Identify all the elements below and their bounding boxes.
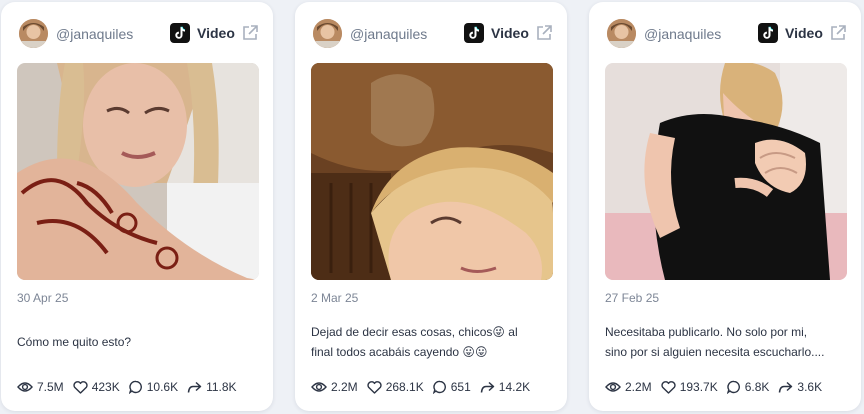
- post-type-label: Video: [491, 25, 529, 41]
- views-count: 2.2M: [625, 380, 652, 394]
- views-count: 2.2M: [331, 380, 358, 394]
- heart-icon: [367, 380, 382, 394]
- caption-line: Necesitaba publicarlo. No solo por mi,: [605, 325, 808, 339]
- post-type-label: Video: [785, 25, 823, 41]
- share-icon: [779, 381, 793, 393]
- shares-count: 3.6K: [797, 380, 823, 394]
- post-type-label: Video: [197, 25, 235, 41]
- avatar[interactable]: [19, 19, 48, 48]
- post-card[interactable]: @janaquiles Video 30 Apr 25 Cómo me quit…: [1, 2, 273, 411]
- author-handle[interactable]: @janaquiles: [644, 26, 721, 42]
- caption-line: sino por si alguien necesita escucharlo.…: [605, 345, 825, 359]
- post-caption: Cómo me quito esto?: [17, 332, 257, 352]
- comments-stat: 651: [432, 380, 471, 394]
- shares-count: 11.8K: [206, 380, 237, 394]
- comment-icon: [726, 380, 740, 394]
- post-stats: 7.5M 423K 10.6K 11.8K: [17, 378, 246, 396]
- post-date: 2 Mar 25: [311, 291, 359, 305]
- shares-stat: 14.2K: [480, 380, 530, 394]
- comments-stat: 6.8K: [726, 380, 770, 394]
- comment-icon: [128, 380, 142, 394]
- views-stat: 7.5M: [17, 380, 64, 394]
- shares-count: 14.2K: [498, 380, 531, 394]
- external-link-icon[interactable]: [829, 24, 847, 42]
- author-handle[interactable]: @janaquiles: [56, 26, 133, 42]
- heart-icon: [661, 380, 676, 394]
- comments-count: 10.6K: [146, 380, 179, 394]
- post-stats: 2.2M 268.1K 651 14.2K: [311, 378, 539, 396]
- comments-stat: 10.6K: [128, 380, 179, 394]
- comments-count: 651: [450, 380, 471, 394]
- likes-count: 423K: [91, 380, 120, 394]
- shares-stat: 11.8K: [187, 380, 237, 394]
- views-stat: 2.2M: [605, 380, 652, 394]
- caption-line: Cómo me quito esto?: [17, 335, 132, 349]
- eye-icon: [17, 382, 33, 392]
- comment-icon: [432, 380, 446, 394]
- post-caption: Necesitaba publicarlo. No solo por mi, s…: [605, 322, 845, 362]
- video-thumbnail[interactable]: [17, 63, 259, 280]
- share-icon: [480, 381, 495, 393]
- post-card[interactable]: @janaquiles Video 2 Mar 25 Dejad de deci…: [295, 2, 567, 411]
- views-count: 7.5M: [37, 380, 64, 394]
- shares-stat: 3.6K: [778, 380, 822, 394]
- post-date: 27 Feb 25: [605, 291, 660, 305]
- post-header: @janaquiles Video: [1, 2, 273, 62]
- eye-icon: [605, 382, 621, 392]
- likes-count: 268.1K: [385, 380, 424, 394]
- caption-line: Dejad de decir esas cosas, chicos😜 al: [311, 325, 518, 339]
- video-thumbnail[interactable]: [311, 63, 553, 280]
- video-thumbnail[interactable]: [605, 63, 847, 280]
- post-date: 30 Apr 25: [17, 291, 69, 305]
- likes-stat: 423K: [73, 380, 120, 394]
- tiktok-icon: [758, 23, 778, 43]
- post-card[interactable]: @janaquiles Video 27 Feb 25 Necesitaba p…: [589, 2, 861, 411]
- author-handle[interactable]: @janaquiles: [350, 26, 427, 42]
- eye-icon: [311, 382, 327, 392]
- caption-line: final todos acabáis cayendo 😛😛: [311, 345, 488, 359]
- tiktok-icon: [170, 23, 190, 43]
- likes-stat: 268.1K: [367, 380, 424, 394]
- external-link-icon[interactable]: [241, 24, 259, 42]
- heart-icon: [73, 380, 88, 394]
- avatar[interactable]: [313, 19, 342, 48]
- share-icon: [187, 381, 202, 393]
- tiktok-icon: [464, 23, 484, 43]
- avatar[interactable]: [607, 19, 636, 48]
- external-link-icon[interactable]: [535, 24, 553, 42]
- post-header: @janaquiles Video: [295, 2, 567, 62]
- post-header: @janaquiles Video: [589, 2, 861, 62]
- post-stats: 2.2M 193.7K 6.8K 3.6K: [605, 378, 831, 396]
- likes-count: 193.7K: [679, 380, 718, 394]
- post-caption: Dejad de decir esas cosas, chicos😜 al fi…: [311, 322, 551, 362]
- views-stat: 2.2M: [311, 380, 358, 394]
- likes-stat: 193.7K: [661, 380, 718, 394]
- comments-count: 6.8K: [744, 380, 770, 394]
